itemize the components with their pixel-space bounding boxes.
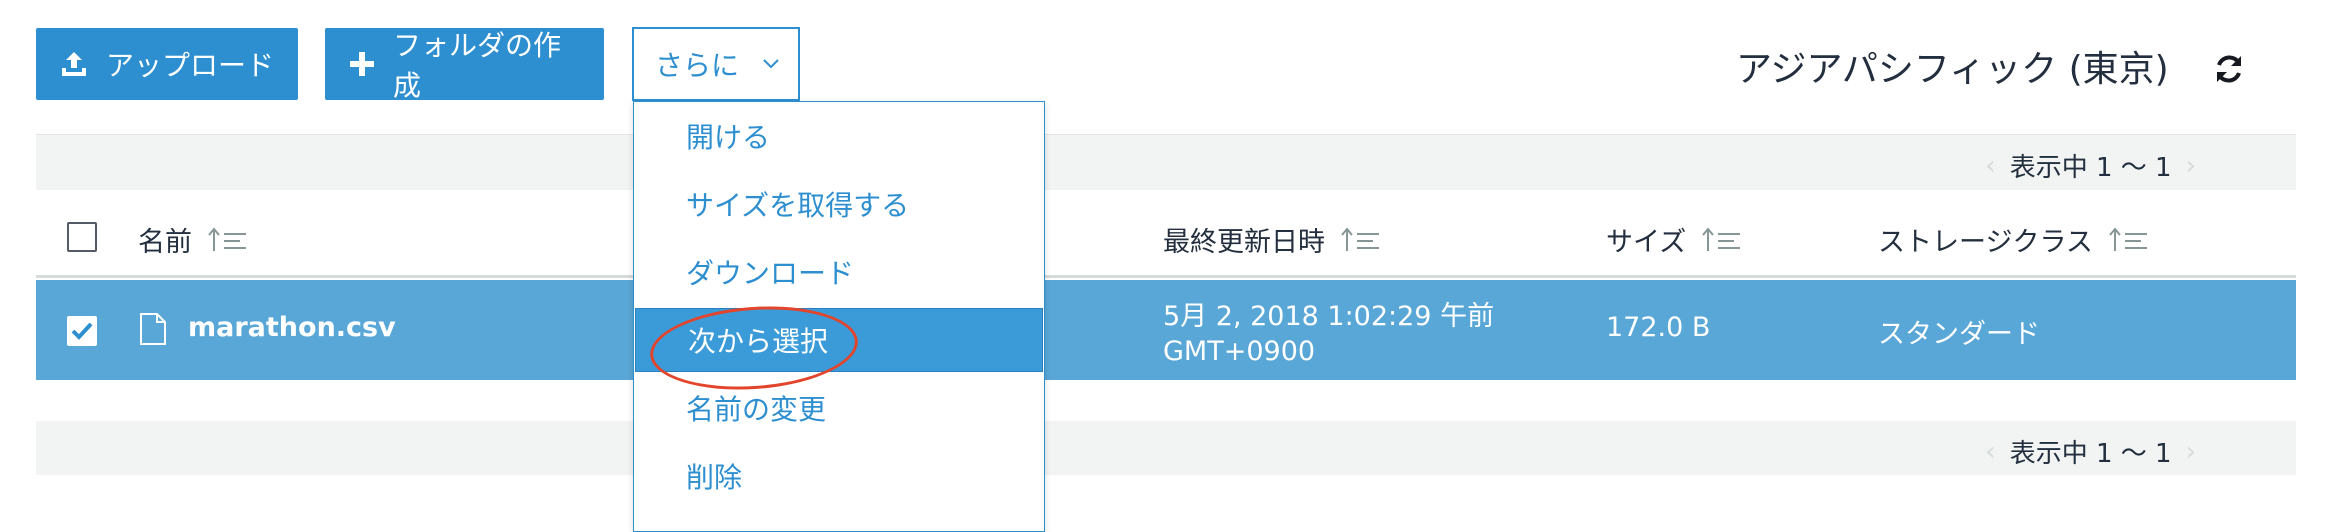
row-checkbox[interactable]	[67, 316, 97, 346]
menu-item-delete[interactable]: 削除	[634, 444, 1044, 508]
pagination-text: 表示中 1 〜 1	[2009, 153, 2172, 183]
menu-item-download[interactable]: ダウンロード	[634, 240, 1044, 304]
file-size: 172.0 B	[1606, 312, 1711, 343]
pagination-top: ‹ 表示中 1 〜 1 ›	[1971, 147, 2210, 184]
table-row[interactable]: marathon.csv 5月 2, 2018 1:02:29 午前 GMT+0…	[36, 280, 2296, 380]
column-name[interactable]: 名前	[138, 220, 248, 259]
table-header: 名前 最終更新日時 サイズ ストレージクラス	[36, 200, 2296, 278]
last-modified-timezone: GMT+0900	[1163, 336, 1316, 367]
column-storage-class[interactable]: ストレージクラス	[1878, 220, 2149, 259]
pagination-text: 表示中 1 〜 1	[2009, 439, 2172, 469]
last-modified-date: 5月 2, 2018 1:02:29 午前	[1163, 301, 1495, 332]
refresh-icon[interactable]	[2212, 52, 2246, 86]
create-folder-label: フォルダの作成	[393, 29, 562, 102]
select-all-checkbox[interactable]	[67, 222, 97, 252]
column-storage-class-label: ストレージクラス	[1878, 227, 2093, 258]
column-name-label: 名前	[138, 227, 192, 258]
pagination-bar-top: ‹ 表示中 1 〜 1 ›	[36, 134, 2296, 190]
menu-item-get-size[interactable]: サイズを取得する	[634, 172, 1044, 236]
prev-page-button[interactable]: ‹	[1985, 437, 1995, 467]
next-page-button[interactable]: ›	[2186, 151, 2196, 181]
create-folder-button[interactable]: フォルダの作成	[325, 28, 604, 102]
menu-item-open[interactable]: 開ける	[634, 104, 1044, 168]
plus-icon	[349, 51, 375, 77]
sort-icon[interactable]	[2109, 226, 2149, 253]
file-icon	[139, 312, 167, 353]
sort-icon[interactable]	[1341, 226, 1381, 253]
sort-icon[interactable]	[1702, 226, 1742, 253]
column-size[interactable]: サイズ	[1606, 220, 1742, 259]
region-label: アジアパシフィック (東京)	[1736, 49, 2169, 90]
upload-icon	[60, 50, 88, 78]
pagination-bar-bottom: ‹ 表示中 1 〜 1 ›	[36, 421, 2296, 475]
sort-icon[interactable]	[208, 226, 248, 253]
upload-button[interactable]: アップロード	[36, 28, 298, 100]
more-actions-label: さらに	[655, 49, 740, 82]
file-name-link[interactable]: marathon.csv	[188, 312, 396, 343]
storage-class: スタンダード	[1878, 319, 2040, 350]
column-last-modified[interactable]: 最終更新日時	[1163, 220, 1381, 259]
upload-label: アップロード	[106, 49, 275, 82]
next-page-button[interactable]: ›	[2186, 437, 2196, 467]
column-size-label: サイズ	[1606, 227, 1687, 258]
more-actions-button[interactable]: さらに	[632, 27, 800, 101]
chevron-down-icon	[763, 59, 779, 69]
column-last-modified-label: 最終更新日時	[1163, 227, 1325, 258]
pagination-bottom: ‹ 表示中 1 〜 1 ›	[1971, 433, 2210, 470]
prev-page-button[interactable]: ‹	[1985, 151, 1995, 181]
